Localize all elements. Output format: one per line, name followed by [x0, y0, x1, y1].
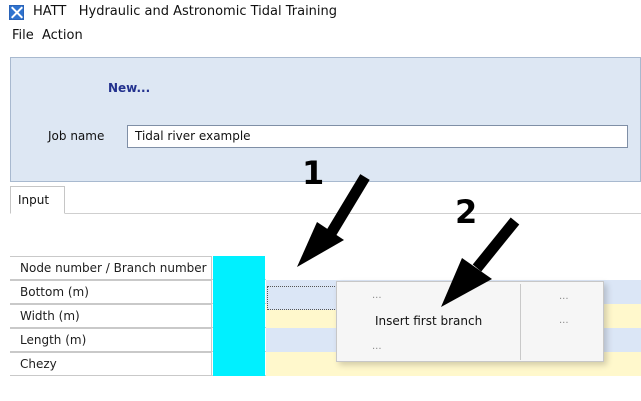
menu-option-placeholder[interactable]: ... — [372, 291, 382, 301]
app-icon — [9, 5, 24, 20]
app-full-title: Hydraulic and Astronomic Tidal Training — [78, 4, 338, 19]
row-empty-area[interactable] — [266, 256, 641, 280]
row-label: Node number / Branch number — [10, 256, 212, 280]
node-cell[interactable] — [213, 328, 265, 352]
file-menu[interactable]: File — [12, 28, 34, 43]
menu-option-placeholder[interactable]: ... — [559, 316, 569, 326]
row-label: Chezy — [10, 352, 212, 376]
job-name-input[interactable]: Tidal river example — [127, 125, 628, 148]
callout-number-two: 2 — [455, 193, 478, 231]
node-cell[interactable] — [213, 304, 265, 328]
node-cell[interactable] — [213, 256, 265, 280]
row-label: Bottom (m) — [10, 280, 212, 304]
job-name-label: Job name — [48, 129, 105, 143]
tab-input[interactable]: Input — [10, 186, 65, 214]
context-menu: ... Insert first branch ... ... ... — [336, 281, 604, 362]
new-job-link[interactable]: New... — [108, 81, 150, 95]
node-cell[interactable] — [213, 280, 265, 304]
row-label: Length (m) — [10, 328, 212, 352]
tab-strip: Input — [10, 186, 641, 214]
menu-option-placeholder[interactable]: ... — [559, 292, 569, 302]
insert-first-branch-option[interactable]: Insert first branch — [375, 314, 482, 328]
menu-option-placeholder[interactable]: ... — [372, 342, 382, 352]
callout-number-one: 1 — [302, 154, 325, 192]
app-short-name: HATT — [33, 4, 67, 19]
window-title: HATT Hydraulic and Astronomic Tidal Trai… — [33, 4, 337, 19]
table-row: Node number / Branch number — [10, 256, 641, 280]
menu-bar: File Action — [0, 24, 641, 49]
node-cell[interactable] — [213, 352, 265, 376]
selected-branch-cell[interactable] — [267, 286, 337, 310]
title-bar: HATT Hydraulic and Astronomic Tidal Trai… — [0, 0, 641, 24]
action-menu[interactable]: Action — [42, 28, 83, 43]
row-label: Width (m) — [10, 304, 212, 328]
job-header-panel: New... Job name Tidal river example — [10, 57, 641, 182]
context-menu-divider — [520, 284, 521, 360]
